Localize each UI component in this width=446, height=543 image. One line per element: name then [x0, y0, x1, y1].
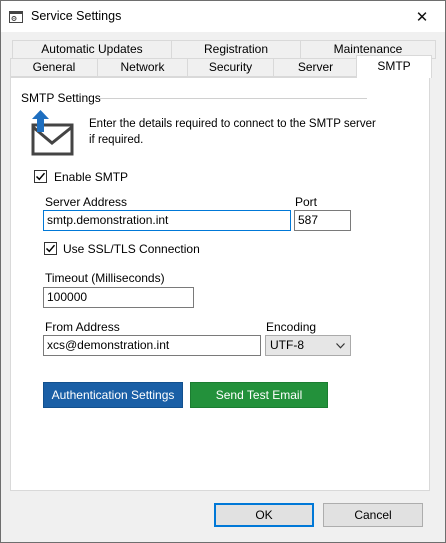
timeout-label: Timeout (Milliseconds): [45, 271, 165, 285]
tab-automatic-updates[interactable]: Automatic Updates: [12, 40, 172, 59]
enable-smtp-checkbox[interactable]: [34, 170, 47, 183]
ssl-tls-checkbox[interactable]: [44, 242, 57, 255]
from-address-input[interactable]: xcs@demonstration.int: [43, 335, 261, 356]
server-address-label: Server Address: [45, 195, 128, 209]
send-test-email-button[interactable]: Send Test Email: [190, 382, 328, 408]
description-line-1: Enter the details required to connect to…: [89, 118, 376, 130]
from-address-label: From Address: [45, 320, 120, 334]
encoding-label: Encoding: [266, 320, 317, 334]
checkmark-icon: [35, 172, 46, 181]
group-divider: [100, 98, 367, 99]
ok-button[interactable]: OK: [214, 503, 314, 527]
ssl-tls-label: Use SSL/TLS Connection: [63, 242, 200, 256]
tab-network[interactable]: Network: [97, 58, 188, 77]
tab-smtp[interactable]: SMTP: [356, 55, 432, 78]
port-label: Port: [295, 195, 318, 209]
tab-security[interactable]: Security: [187, 58, 274, 77]
encoding-value: UTF-8: [270, 338, 304, 352]
tab-server[interactable]: Server: [273, 58, 358, 77]
tab-registration[interactable]: Registration: [171, 40, 301, 59]
smtp-settings-group-label: SMTP Settings: [21, 91, 101, 105]
cancel-button[interactable]: Cancel: [323, 503, 423, 527]
authentication-settings-button[interactable]: Authentication Settings: [43, 382, 183, 408]
encoding-select[interactable]: UTF-8: [265, 335, 351, 356]
port-input[interactable]: 587: [294, 210, 351, 231]
timeout-input[interactable]: 100000: [43, 287, 194, 308]
chevron-down-icon: [336, 343, 345, 349]
settings-window-icon: [9, 11, 23, 23]
checkmark-icon: [45, 244, 56, 253]
server-address-input[interactable]: smtp.demonstration.int: [43, 210, 291, 231]
title-bar: Service Settings ✕: [1, 1, 445, 32]
email-upload-icon: [31, 110, 74, 156]
window-title: Service Settings: [31, 9, 122, 23]
close-button[interactable]: ✕: [399, 1, 445, 32]
tab-general[interactable]: General: [10, 58, 98, 77]
description-line-2: if required.: [89, 134, 144, 146]
enable-smtp-label: Enable SMTP: [54, 170, 129, 184]
close-icon: ✕: [415, 8, 429, 26]
